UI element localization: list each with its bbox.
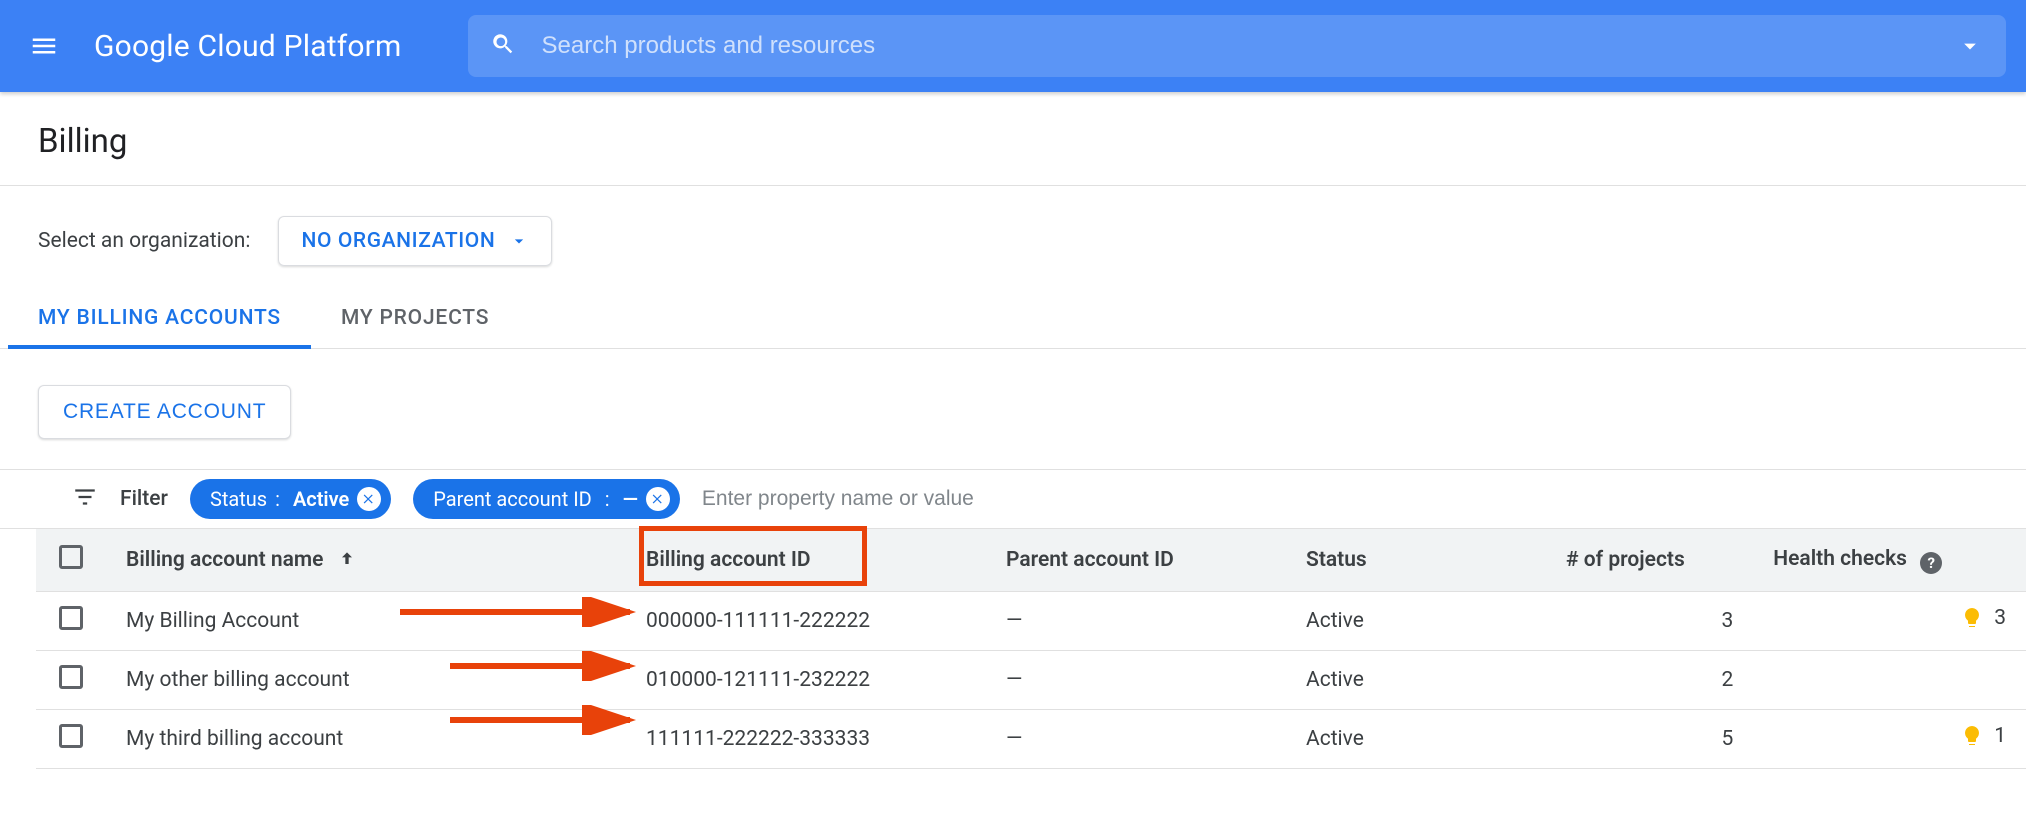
filter-input[interactable] xyxy=(702,487,1988,511)
cell-billing-id[interactable]: 010000-121111-232222 xyxy=(626,651,986,710)
cell-projects: 5 xyxy=(1546,710,1753,769)
org-row: Select an organization: NO ORGANIZATION xyxy=(0,186,2026,290)
health-count: 3 xyxy=(1994,606,2006,630)
org-label: Select an organization: xyxy=(38,229,250,253)
page-header: Billing xyxy=(0,92,2026,186)
action-row: CREATE ACCOUNT xyxy=(0,349,2026,469)
table-container: Billing account name Billing account ID … xyxy=(0,529,2026,769)
filter-icon xyxy=(72,484,98,514)
org-select[interactable]: NO ORGANIZATION xyxy=(278,216,552,266)
col-checkbox xyxy=(36,529,106,592)
cell-name[interactable]: My Billing Account xyxy=(106,592,626,651)
page: Billing Select an organization: NO ORGAN… xyxy=(0,92,2026,769)
search-icon xyxy=(490,31,516,61)
search-expand[interactable] xyxy=(1956,32,1984,60)
col-health[interactable]: Health checks ? xyxy=(1753,529,2026,592)
lightbulb-icon xyxy=(1960,606,1984,630)
top-bar: Google Cloud Platform xyxy=(0,0,2026,92)
table-row: My third billing account111111-222222-33… xyxy=(36,710,2026,769)
chip-remove[interactable] xyxy=(357,487,381,511)
app-title: Google Cloud Platform xyxy=(94,29,402,64)
col-name[interactable]: Billing account name xyxy=(106,529,626,592)
tab-my-billing-accounts[interactable]: MY BILLING ACCOUNTS xyxy=(8,290,311,348)
cell-billing-id[interactable]: 111111-222222-333333 xyxy=(626,710,986,769)
filter-chip-status[interactable]: Status: Active xyxy=(190,479,391,519)
chip-key: Status xyxy=(210,487,267,511)
tab-my-projects[interactable]: MY PROJECTS xyxy=(311,290,519,348)
hamburger-icon xyxy=(29,31,59,61)
table-row: My other billing account010000-121111-23… xyxy=(36,651,2026,710)
chip-value: Active xyxy=(293,487,349,511)
col-name-label: Billing account name xyxy=(126,548,323,572)
health-count: 1 xyxy=(1994,724,2006,748)
table-row: My Billing Account000000-111111-222222—A… xyxy=(36,592,2026,651)
filter-chip-parent[interactable]: Parent account ID : — xyxy=(413,479,680,519)
cell-projects: 2 xyxy=(1546,651,1753,710)
col-health-label: Health checks xyxy=(1773,547,1907,571)
cell-health: 3 xyxy=(1753,592,2026,651)
close-icon xyxy=(651,492,665,506)
chip-key: Parent account ID xyxy=(433,487,592,511)
cell-parent-id: — xyxy=(986,710,1286,769)
cell-parent-id: — xyxy=(986,651,1286,710)
row-checkbox[interactable] xyxy=(59,665,83,689)
col-billing-id[interactable]: Billing account ID xyxy=(626,529,986,592)
select-all-checkbox[interactable] xyxy=(59,545,83,569)
cell-projects: 3 xyxy=(1546,592,1753,651)
cell-status: Active xyxy=(1286,651,1546,710)
chevron-down-icon xyxy=(1956,32,1984,60)
chip-value: — xyxy=(623,487,638,511)
create-account-button[interactable]: CREATE ACCOUNT xyxy=(38,385,291,439)
app-logo[interactable]: Google Cloud Platform xyxy=(94,29,402,64)
close-icon xyxy=(362,492,376,506)
sort-asc-icon xyxy=(329,548,357,572)
chip-remove[interactable] xyxy=(646,487,670,511)
col-status[interactable]: Status xyxy=(1286,529,1546,592)
cell-billing-id[interactable]: 000000-111111-222222 xyxy=(626,592,986,651)
org-selected: NO ORGANIZATION xyxy=(301,229,495,253)
cell-status: Active xyxy=(1286,710,1546,769)
col-projects[interactable]: # of projects xyxy=(1546,529,1753,592)
cell-parent-id: — xyxy=(986,592,1286,651)
health-indicator[interactable]: 3 xyxy=(1960,606,2006,630)
search-input[interactable] xyxy=(542,32,1930,60)
col-parent-id[interactable]: Parent account ID xyxy=(986,529,1286,592)
filter-row: Filter Status: Active Parent account ID … xyxy=(0,469,2026,529)
search-box[interactable] xyxy=(468,15,2006,77)
row-checkbox[interactable] xyxy=(59,606,83,630)
cell-name[interactable]: My third billing account xyxy=(106,710,626,769)
cell-name[interactable]: My other billing account xyxy=(106,651,626,710)
tabs: MY BILLING ACCOUNTS MY PROJECTS xyxy=(0,290,2026,349)
help-icon[interactable]: ? xyxy=(1920,552,1942,574)
filter-label: Filter xyxy=(120,487,168,511)
dropdown-icon xyxy=(509,231,529,251)
menu-button[interactable] xyxy=(20,22,68,70)
cell-health xyxy=(1753,651,2026,710)
lightbulb-icon xyxy=(1960,724,1984,748)
health-indicator[interactable]: 1 xyxy=(1960,724,2006,748)
billing-accounts-table: Billing account name Billing account ID … xyxy=(36,529,2026,769)
page-title: Billing xyxy=(38,122,1988,161)
cell-health: 1 xyxy=(1753,710,2026,769)
cell-status: Active xyxy=(1286,592,1546,651)
row-checkbox[interactable] xyxy=(59,724,83,748)
table-header-row: Billing account name Billing account ID … xyxy=(36,529,2026,592)
